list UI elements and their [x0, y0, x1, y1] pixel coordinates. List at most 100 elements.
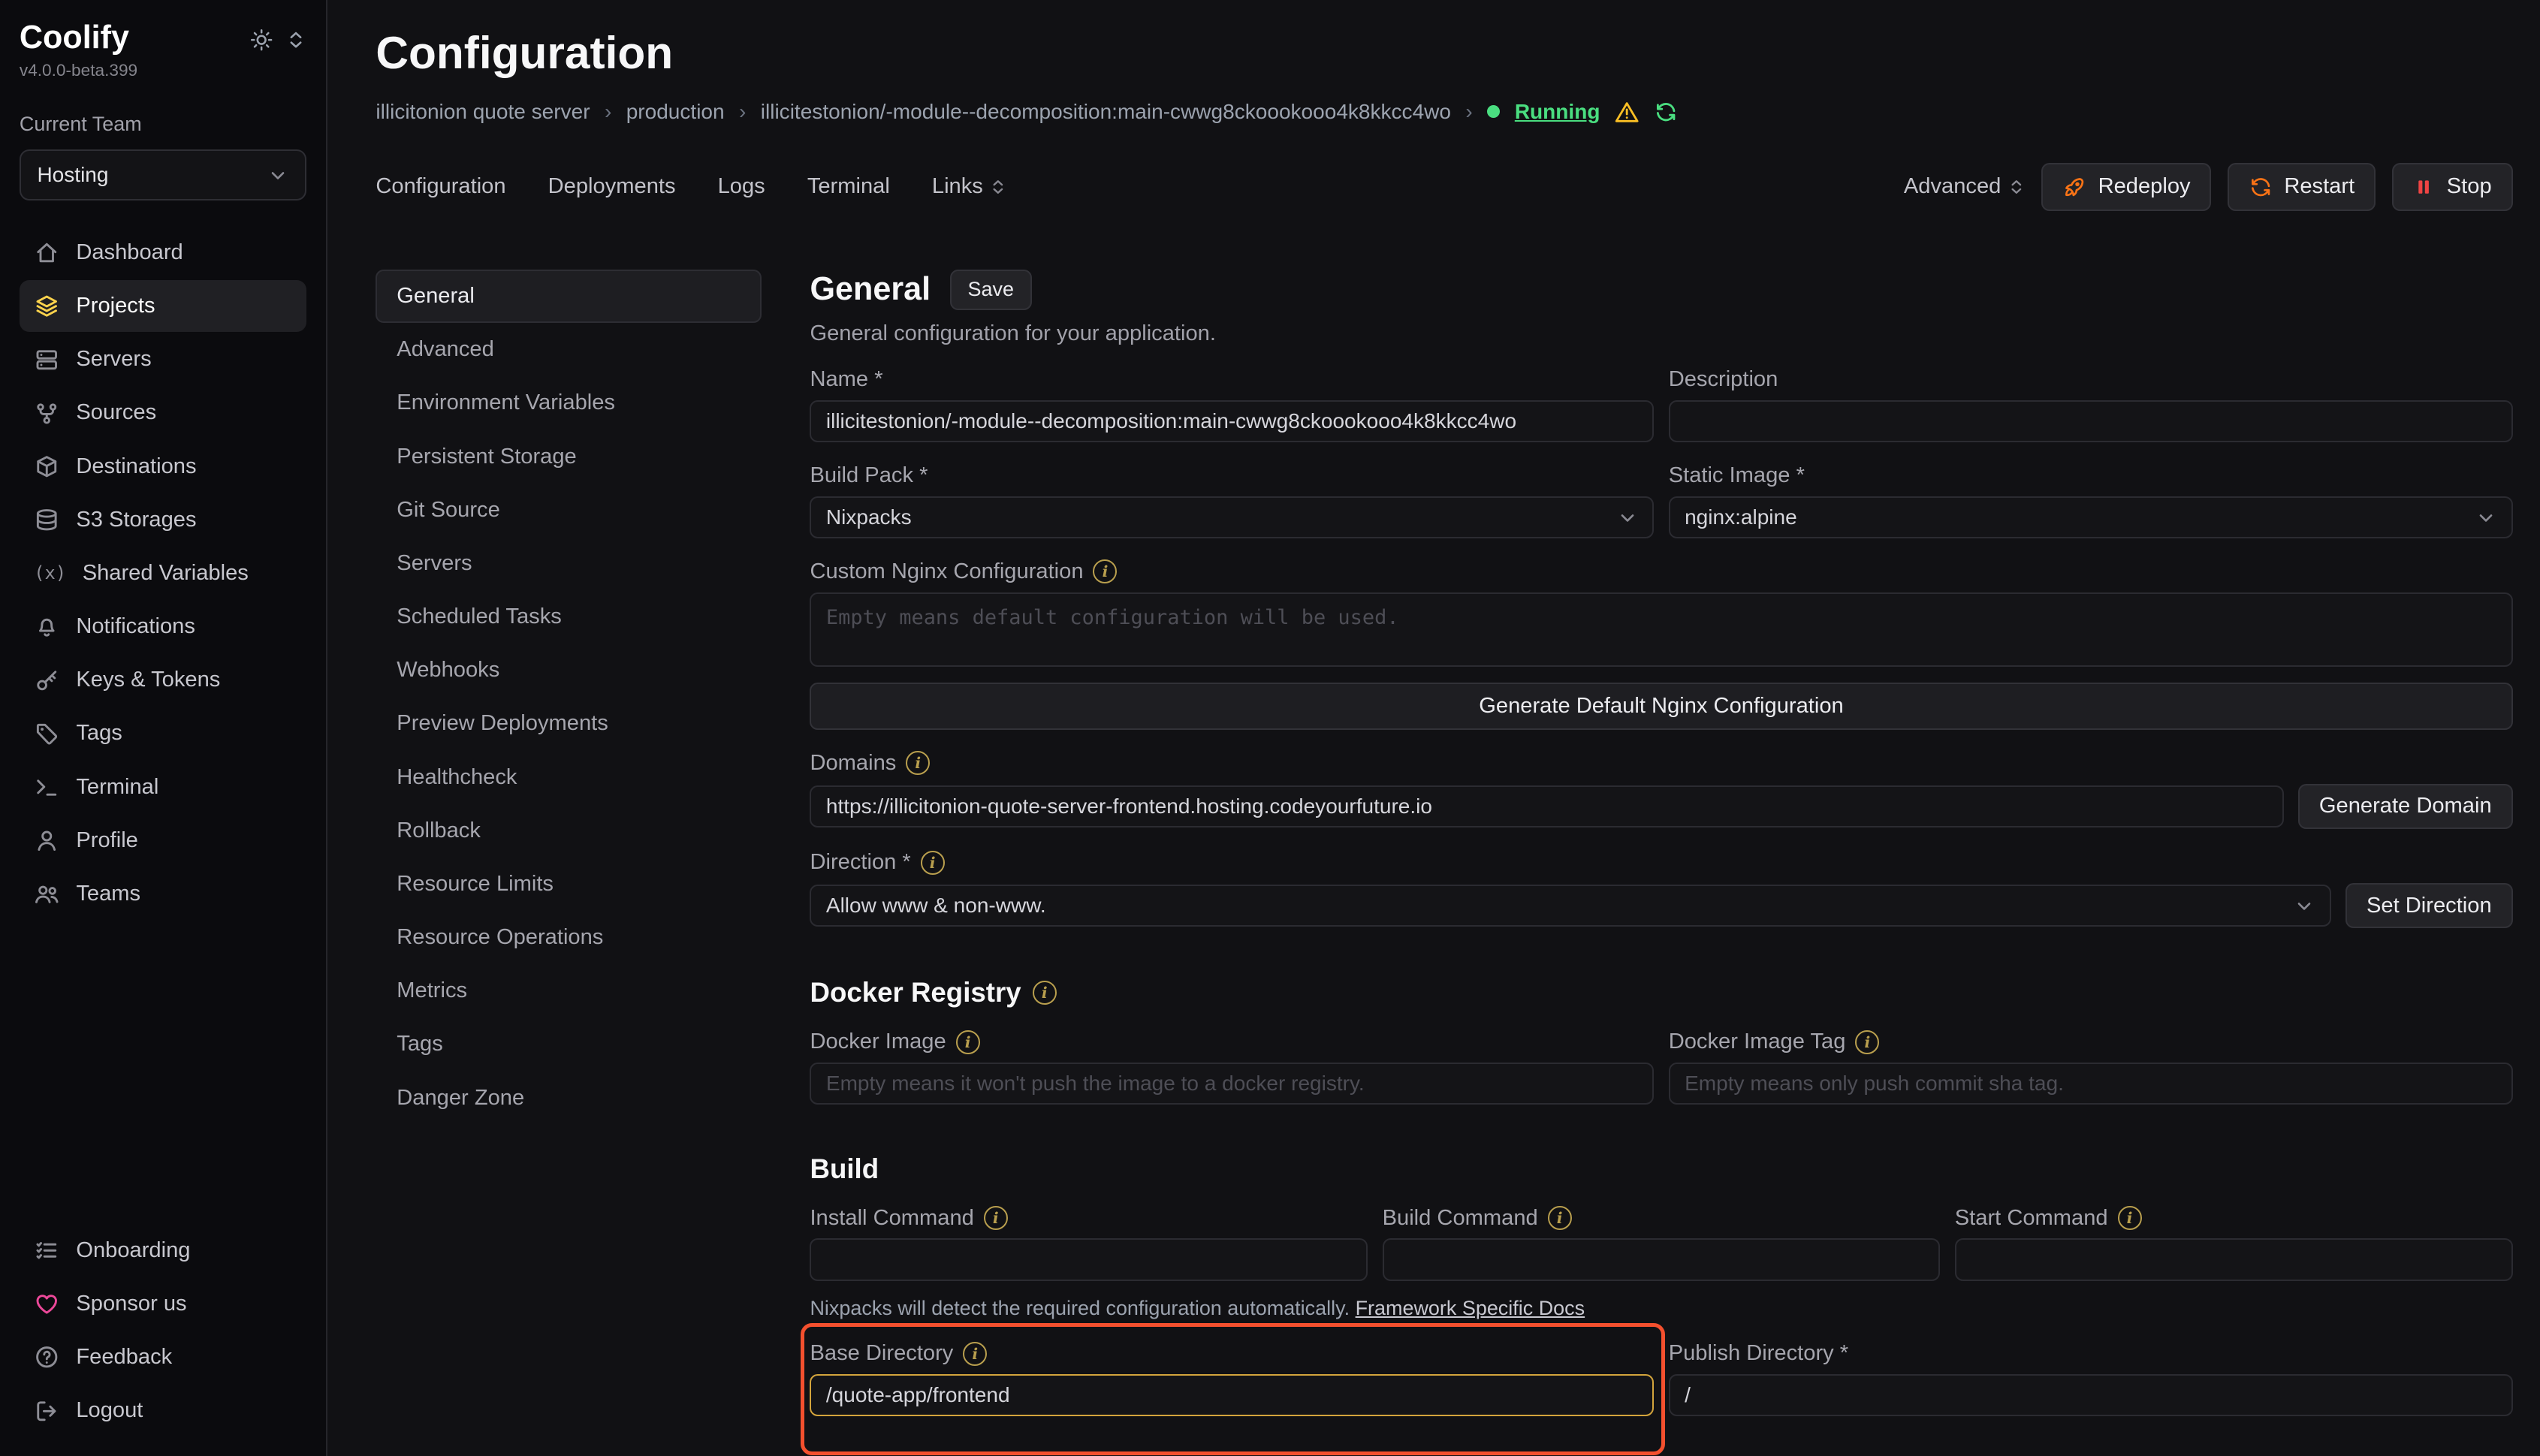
description-input[interactable]	[1669, 400, 2513, 442]
subnav-webhooks[interactable]: Webhooks	[376, 644, 761, 697]
sidebar-item-profile[interactable]: Profile	[20, 815, 306, 867]
subnav-persistent-storage[interactable]: Persistent Storage	[376, 430, 761, 484]
tab-links[interactable]: Links	[932, 174, 1007, 199]
sidebar-item-sponsor-us[interactable]: Sponsor us	[20, 1278, 306, 1330]
stop-button[interactable]: Stop	[2392, 163, 2513, 212]
sidebar-nav: Dashboard Projects Servers Sources Desti…	[20, 227, 306, 920]
sidebar-item-teams[interactable]: Teams	[20, 868, 306, 920]
info-icon[interactable]	[921, 851, 945, 875]
nginx-config-textarea[interactable]	[810, 592, 2512, 667]
direction-select[interactable]: Allow www & non-www.	[810, 885, 2330, 927]
sidebar-item-dashboard[interactable]: Dashboard	[20, 227, 306, 279]
info-icon[interactable]	[906, 751, 930, 775]
sidebar-item-s3-storages[interactable]: S3 Storages	[20, 494, 306, 546]
tab-configuration[interactable]: Configuration	[376, 174, 505, 199]
subnav-healthcheck[interactable]: Healthcheck	[376, 751, 761, 804]
info-icon[interactable]	[2118, 1206, 2142, 1230]
build-pack-select[interactable]: Nixpacks	[810, 496, 1654, 538]
sidebar-item-label: Sources	[76, 400, 156, 425]
framework-docs-link[interactable]: Framework Specific Docs	[1356, 1297, 1585, 1319]
status-running-link[interactable]: Running	[1515, 100, 1600, 124]
up-down-chevrons-icon	[2008, 176, 2026, 197]
docker-image-tag-input[interactable]	[1669, 1063, 2513, 1105]
tab-logs[interactable]: Logs	[718, 174, 765, 199]
section-title: General	[810, 271, 931, 308]
info-icon[interactable]	[963, 1342, 987, 1366]
install-command-input[interactable]	[810, 1238, 1368, 1280]
save-button[interactable]: Save	[950, 270, 1032, 310]
directories-row: Base Directory Publish Directory *	[810, 1320, 2512, 1416]
subnav-preview-deployments[interactable]: Preview Deployments	[376, 697, 761, 750]
name-field: Name *	[810, 346, 1654, 442]
theme-selector-icon[interactable]	[285, 28, 306, 52]
server-icon	[34, 347, 60, 373]
sidebar-item-notifications[interactable]: Notifications	[20, 601, 306, 653]
subnav-environment-variables[interactable]: Environment Variables	[376, 376, 761, 430]
subnav-metrics[interactable]: Metrics	[376, 964, 761, 1017]
sidebar-item-destinations[interactable]: Destinations	[20, 441, 306, 493]
breadcrumb-project[interactable]: illicitonion quote server	[376, 100, 590, 124]
checklist-icon	[34, 1237, 60, 1264]
users-icon	[34, 881, 60, 907]
subnav-resource-limits[interactable]: Resource Limits	[376, 858, 761, 911]
info-icon[interactable]	[984, 1206, 1008, 1230]
theme-sun-icon[interactable]	[249, 28, 273, 52]
publish-directory-input[interactable]	[1669, 1374, 2513, 1416]
domains-input[interactable]	[810, 785, 2283, 827]
current-team-label: Current Team	[20, 113, 306, 136]
subnav-servers[interactable]: Servers	[376, 537, 761, 590]
subnav-git-source[interactable]: Git Source	[376, 484, 761, 537]
sidebar-item-tags[interactable]: Tags	[20, 707, 306, 759]
set-direction-button[interactable]: Set Direction	[2345, 883, 2512, 928]
restart-button[interactable]: Restart	[2228, 163, 2376, 212]
app-logo[interactable]: Coolify	[20, 20, 129, 56]
tab-deployments[interactable]: Deployments	[548, 174, 676, 199]
tab-terminal[interactable]: Terminal	[807, 174, 890, 199]
docker-image-input[interactable]	[810, 1063, 1654, 1105]
team-select[interactable]: Hosting	[20, 149, 306, 201]
build-command-input[interactable]	[1383, 1238, 1941, 1280]
sidebar-item-onboarding[interactable]: Onboarding	[20, 1225, 306, 1277]
info-icon[interactable]	[1033, 981, 1057, 1005]
info-icon[interactable]	[1548, 1206, 1572, 1230]
sidebar-item-keys-tokens[interactable]: Keys & Tokens	[20, 654, 306, 706]
sidebar-item-shared-variables[interactable]: (x) Shared Variables	[20, 547, 306, 599]
breadcrumb-environment[interactable]: production	[626, 100, 725, 124]
subnav-resource-operations[interactable]: Resource Operations	[376, 911, 761, 964]
info-icon[interactable]	[1855, 1030, 1879, 1054]
info-icon[interactable]	[1093, 559, 1117, 583]
base-directory-input[interactable]	[810, 1374, 1654, 1416]
stop-label: Stop	[2447, 174, 2492, 199]
sidebar-item-logout[interactable]: Logout	[20, 1385, 306, 1436]
domains-row: Generate Domain	[810, 784, 2512, 829]
warning-triangle-icon[interactable]	[1615, 100, 1639, 124]
generate-domain-button[interactable]: Generate Domain	[2298, 784, 2513, 829]
subnav-rollback[interactable]: Rollback	[376, 804, 761, 858]
subnav-general[interactable]: General	[376, 270, 761, 323]
sidebar-item-projects[interactable]: Projects	[20, 280, 306, 332]
sidebar-item-feedback[interactable]: Feedback	[20, 1331, 306, 1383]
nginx-config-label: Custom Nginx Configuration	[810, 559, 2512, 584]
breadcrumb-application[interactable]: illicitestonion/-module--decomposition:m…	[761, 100, 1451, 124]
sidebar-item-servers[interactable]: Servers	[20, 333, 306, 385]
subnav-advanced[interactable]: Advanced	[376, 323, 761, 376]
subnav-tags[interactable]: Tags	[376, 1017, 761, 1071]
advanced-menu[interactable]: Advanced	[1904, 174, 2026, 199]
subnav-scheduled-tasks[interactable]: Scheduled Tasks	[376, 590, 761, 644]
direction-label: Direction *	[810, 850, 2512, 875]
static-image-select[interactable]: nginx:alpine	[1669, 496, 2513, 538]
start-command-input[interactable]	[1955, 1238, 2513, 1280]
sidebar-item-sources[interactable]: Sources	[20, 387, 306, 439]
restart-label: Restart	[2284, 174, 2354, 199]
name-input[interactable]	[810, 400, 1654, 442]
git-fork-icon	[34, 400, 60, 427]
subnav-danger-zone[interactable]: Danger Zone	[376, 1072, 761, 1125]
rocket-icon	[2062, 175, 2086, 199]
info-icon[interactable]	[956, 1030, 980, 1054]
install-command-label: Install Command	[810, 1206, 1368, 1231]
build-title: Build	[810, 1153, 2512, 1185]
generate-nginx-button[interactable]: Generate Default Nginx Configuration	[810, 683, 2512, 730]
sidebar-item-terminal[interactable]: Terminal	[20, 761, 306, 813]
redeploy-button[interactable]: Redeploy	[2041, 163, 2211, 212]
refresh-status-icon[interactable]	[1654, 100, 1678, 124]
